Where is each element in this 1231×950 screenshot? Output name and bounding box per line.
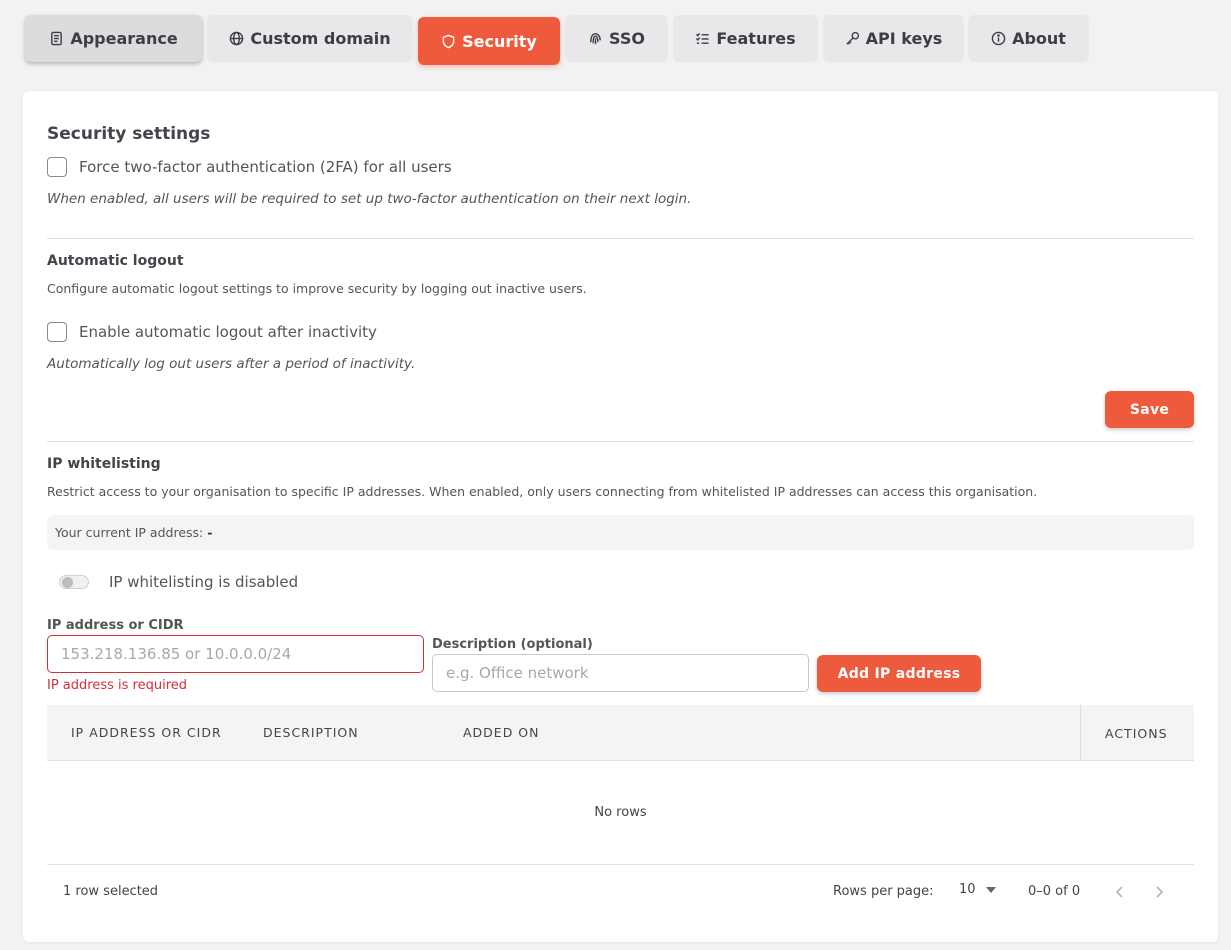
tab-custom-domain-label: Custom domain: [250, 29, 391, 48]
tab-about[interactable]: About: [968, 15, 1089, 62]
force-2fa-label: Force two-factor authentication (2FA) fo…: [79, 158, 452, 176]
tab-features[interactable]: Features: [673, 15, 818, 62]
description-field-label: Description (optional): [432, 637, 593, 652]
rows-per-page-select[interactable]: 10: [959, 882, 996, 897]
table-header: IP ADDRESS OR CIDR DESCRIPTION ADDED ON …: [47, 705, 1194, 761]
divider: [47, 441, 1194, 442]
info-icon: [991, 31, 1006, 46]
ip-whitelisting-toggle-label: IP whitelisting is disabled: [109, 573, 299, 591]
fingerprint-icon: [590, 33, 601, 45]
automatic-logout-description: Configure automatic logout settings to i…: [47, 281, 587, 296]
ip-field-error: IP address is required: [47, 678, 187, 693]
auto-logout-row: Enable automatic logout after inactivity: [47, 322, 377, 342]
tab-about-label: About: [1012, 29, 1066, 48]
tab-appearance[interactable]: Appearance: [25, 15, 202, 62]
tab-sso-label: SSO: [609, 29, 645, 48]
ip-whitelist-table: IP ADDRESS OR CIDR DESCRIPTION ADDED ON …: [47, 705, 1194, 905]
add-ip-address-button[interactable]: Add IP address: [817, 655, 981, 692]
pagination-range: 0–0 of 0: [1028, 884, 1081, 899]
ip-whitelisting-description: Restrict access to your organisation to …: [47, 484, 1038, 499]
divider: [47, 238, 1194, 239]
security-panel: Security settings Force two-factor authe…: [23, 91, 1218, 942]
tab-api-keys[interactable]: API keys: [823, 15, 964, 62]
tab-sso[interactable]: SSO: [565, 15, 668, 62]
current-ip-value: -: [207, 525, 213, 540]
chevron-right-icon[interactable]: [1152, 885, 1166, 899]
caret-down-icon: [985, 886, 996, 893]
tab-features-label: Features: [716, 29, 796, 48]
auto-logout-checkbox[interactable]: [47, 322, 67, 342]
auto-logout-label: Enable automatic logout after inactivity: [79, 323, 377, 341]
tab-security-label: Security: [462, 31, 537, 51]
ip-whitelisting-toggle-row: IP whitelisting is disabled: [59, 573, 298, 591]
security-settings-title: Security settings: [47, 124, 211, 144]
force-2fa-note: When enabled, all users will be required…: [47, 191, 692, 207]
empty-text: No rows: [594, 805, 647, 820]
auto-logout-note: Automatically log out users after a peri…: [47, 356, 416, 372]
rows-per-page-value: 10: [959, 882, 976, 897]
tab-api-keys-label: API keys: [865, 29, 943, 48]
shield-icon: [442, 34, 455, 48]
current-ip-label: Your current IP address:: [55, 525, 204, 540]
key-icon: [846, 31, 859, 45]
chevron-left-icon[interactable]: [1113, 885, 1127, 899]
ip-field-label: IP address or CIDR: [47, 618, 184, 633]
ip-whitelisting-title: IP whitelisting: [47, 456, 161, 472]
column-separator: [1080, 705, 1081, 761]
column-header-added-on[interactable]: ADDED ON: [463, 725, 540, 740]
current-ip-box: Your current IP address: -: [47, 515, 1194, 550]
ip-address-input[interactable]: [47, 635, 424, 673]
description-input[interactable]: [432, 654, 809, 692]
checklist-icon: [696, 32, 709, 44]
rows-per-page-label: Rows per page:: [833, 884, 934, 899]
table-empty-state: No rows: [47, 761, 1194, 865]
column-header-actions: ACTIONS: [1105, 726, 1168, 741]
document-icon: [51, 31, 63, 46]
toggle-knob: [62, 577, 73, 588]
globe-icon: [230, 31, 244, 46]
selected-count: 1 row selected: [63, 884, 159, 899]
save-button[interactable]: Save: [1105, 391, 1194, 428]
force-2fa-checkbox[interactable]: [47, 157, 67, 177]
ip-whitelisting-toggle[interactable]: [59, 575, 89, 589]
automatic-logout-title: Automatic logout: [47, 253, 184, 269]
tab-appearance-label: Appearance: [70, 29, 178, 48]
column-header-ip[interactable]: IP ADDRESS OR CIDR: [71, 725, 222, 740]
table-footer: 1 row selected Rows per page: 10 0–0 of …: [47, 865, 1194, 918]
tab-custom-domain[interactable]: Custom domain: [207, 15, 413, 62]
column-header-description[interactable]: DESCRIPTION: [263, 725, 359, 740]
tab-security[interactable]: Security: [418, 17, 560, 65]
force-2fa-row: Force two-factor authentication (2FA) fo…: [47, 157, 452, 177]
